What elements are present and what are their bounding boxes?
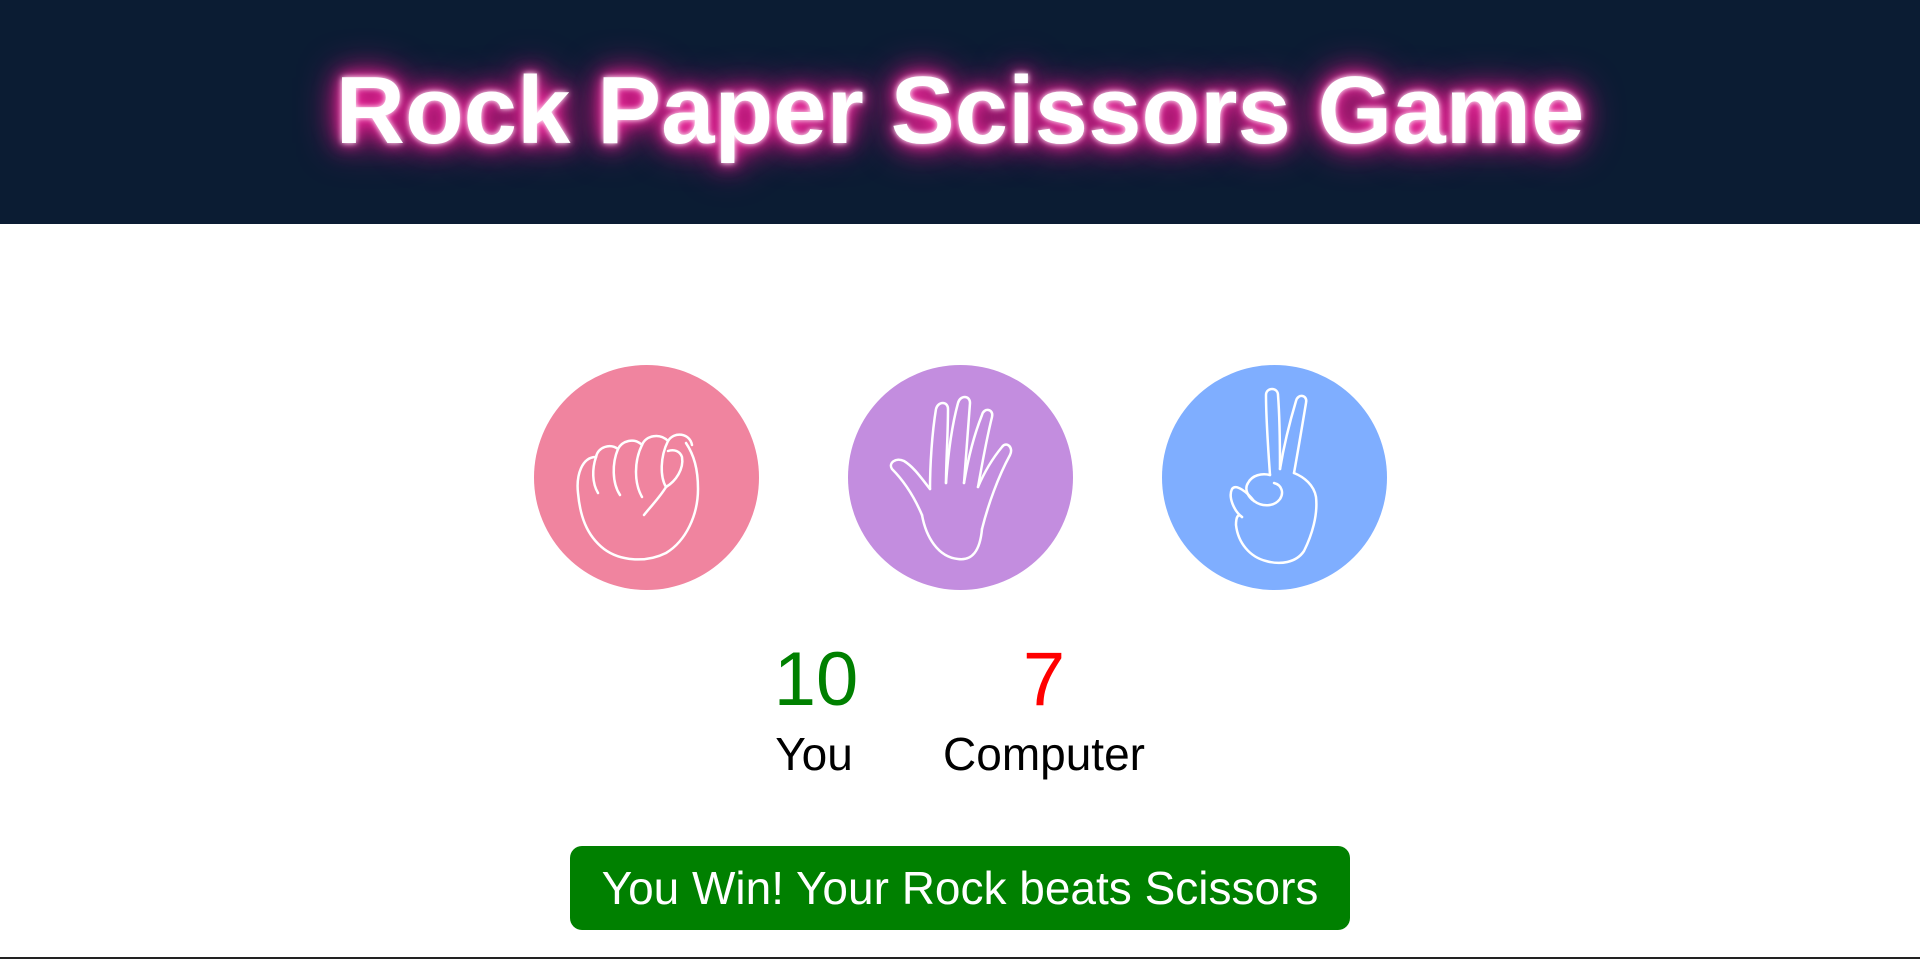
fist-hand-icon xyxy=(576,433,700,561)
open-hand-icon xyxy=(889,395,1013,561)
peace-sign-hand-icon xyxy=(1229,387,1318,565)
user-score-label: You xyxy=(775,728,853,780)
rock-button[interactable] xyxy=(534,365,759,590)
page-title: Rock Paper Scissors Game xyxy=(335,57,1585,164)
paper-button[interactable] xyxy=(848,365,1073,590)
computer-score-label: Computer xyxy=(943,728,1145,780)
computer-score: 7 xyxy=(1022,637,1066,722)
user-score: 10 xyxy=(773,637,859,722)
result-message: You Win! Your Rock beats Scissors xyxy=(570,846,1350,930)
scissors-button[interactable] xyxy=(1162,365,1387,590)
header-bar: Rock Paper Scissors Game xyxy=(0,0,1920,224)
